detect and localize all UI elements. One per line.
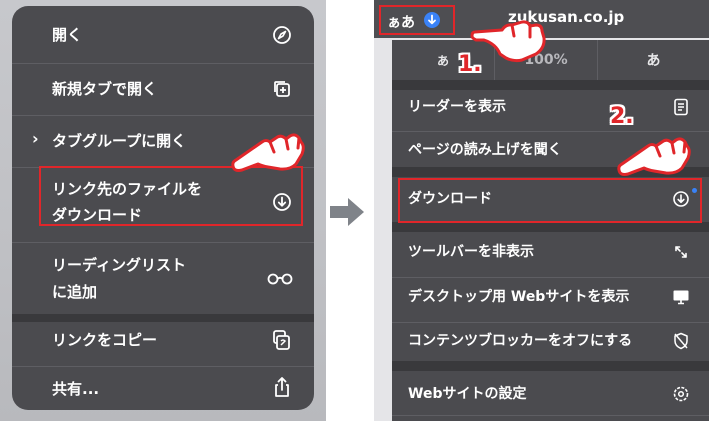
- font-size-row: あ 100% あ: [392, 40, 709, 80]
- font-larger-button[interactable]: あ: [598, 40, 709, 80]
- menu-item-label-line1: リーディングリスト: [52, 256, 186, 274]
- menu-item-share[interactable]: 共有...: [12, 374, 314, 404]
- menu-item-copy-link[interactable]: リンクをコピー: [12, 325, 314, 355]
- resize-icon: [671, 242, 691, 262]
- desktop-icon: [671, 287, 691, 307]
- separator: [392, 322, 709, 323]
- compass-icon: [270, 23, 294, 47]
- settings-icon: [671, 384, 691, 404]
- menu-item-label: コンテンツブロッカーをオフにする: [408, 333, 633, 349]
- pointing-hand-icon: [470, 20, 546, 63]
- arrow-right-icon: [330, 198, 364, 226]
- share-icon: [270, 375, 294, 399]
- aa-label: ぁあ: [387, 15, 415, 31]
- menu-item-open[interactable]: 開く: [12, 20, 314, 50]
- pointing-hand-icon: [617, 137, 691, 176]
- highlight-download-right: [398, 178, 702, 223]
- blocker-off-icon: [671, 331, 691, 351]
- new-tab-icon: [270, 77, 294, 101]
- menu-item-hide-toolbar[interactable]: ツールバーを非表示: [392, 238, 709, 266]
- download-indicator-icon: [424, 12, 440, 28]
- menu-item-add-to-reading-list[interactable]: リーディングリスト に追加: [12, 250, 314, 306]
- menu-item-label: リンクをコピー: [52, 331, 158, 349]
- separator: [392, 415, 709, 416]
- menu-item-request-desktop-site[interactable]: デスクトップ用 Webサイトを表示: [392, 283, 709, 311]
- separator: [12, 242, 314, 243]
- section-divider: [392, 80, 709, 90]
- section-divider: [12, 314, 314, 322]
- menu-item-website-settings[interactable]: Webサイトの設定: [392, 380, 709, 408]
- menu-item-disable-content-blockers[interactable]: コンテンツブロッカーをオフにする: [392, 327, 709, 355]
- page-menu-button[interactable]: ぁあ: [379, 5, 455, 35]
- menu-item-label: リーダーを表示: [408, 99, 506, 115]
- chevron-right-icon: ›: [32, 129, 39, 148]
- menu-item-label: 新規タブで開く: [52, 80, 158, 98]
- separator: [12, 63, 314, 64]
- menu-item-label: Webサイトの設定: [408, 386, 527, 402]
- menu-item-label: 共有...: [52, 380, 100, 398]
- pointing-hand-icon: [231, 133, 305, 172]
- highlight-download-left: [39, 166, 303, 226]
- page-menu: あ 100% あ リーダーを表示 ページの読み上げを聞く ダウンロード ツールバ…: [392, 40, 709, 421]
- menu-item-label: 開く: [52, 26, 83, 44]
- menu-item-label: ツールバーを非表示: [408, 244, 534, 260]
- menu-item-open-new-tab[interactable]: 新規タブで開く: [12, 74, 314, 104]
- menu-item-label-line2: に追加: [52, 283, 98, 301]
- glasses-icon: [266, 267, 294, 291]
- section-divider: [392, 222, 709, 232]
- menu-item-label: タブグループに開く: [52, 132, 187, 150]
- menu-item-label: デスクトップ用 Webサイトを表示: [408, 289, 630, 305]
- copy-icon: [270, 328, 294, 352]
- separator: [12, 366, 314, 367]
- reader-icon: [671, 97, 691, 117]
- section-divider: [392, 361, 709, 371]
- separator: [392, 277, 709, 278]
- menu-item-label: ページの読み上げを聞く: [408, 142, 562, 158]
